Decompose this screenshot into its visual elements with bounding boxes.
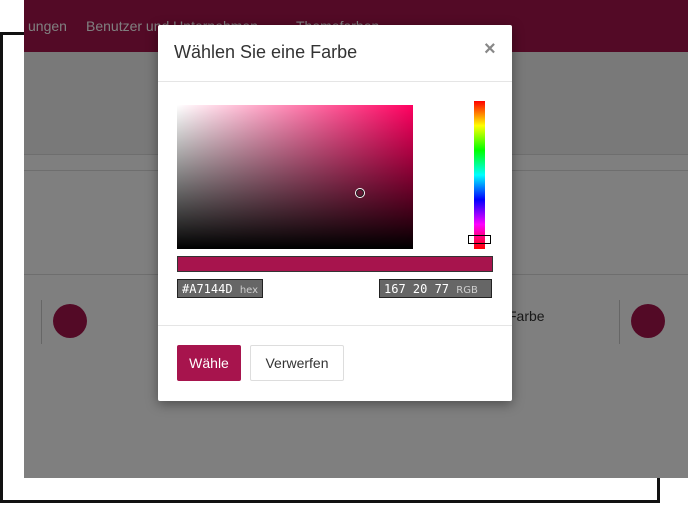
dialog-title: Wählen Sie eine Farbe — [174, 42, 358, 62]
rgb-value: 167 20 77 — [384, 282, 450, 296]
frame-left-border — [0, 32, 3, 503]
dialog-header: Wählen Sie eine Farbe × — [158, 25, 512, 82]
dialog-footer-divider — [158, 325, 512, 326]
rgb-suffix-label: RGB — [456, 285, 478, 296]
close-icon[interactable]: × — [484, 39, 496, 59]
hex-value: #A7144D — [182, 282, 233, 296]
rgb-input[interactable]: 167 20 77 RGB — [379, 279, 492, 298]
color-picker-dialog: Wählen Sie eine Farbe × #A7144D hex 167 … — [158, 25, 512, 401]
selected-color-preview — [177, 256, 493, 272]
saturation-value-picker[interactable] — [177, 105, 413, 249]
color-cursor-handle[interactable] — [356, 189, 364, 197]
hue-slider-handle[interactable] — [468, 235, 491, 244]
hex-suffix-label: hex — [239, 285, 259, 296]
frame-bottom-border — [0, 500, 660, 503]
discard-button[interactable]: Verwerfen — [250, 345, 344, 381]
choose-button[interactable]: Wähle — [177, 345, 241, 381]
frame-top-border — [0, 32, 24, 35]
hue-slider[interactable] — [474, 101, 485, 249]
frame-right-border — [657, 476, 660, 503]
hex-input[interactable]: #A7144D hex — [177, 279, 263, 298]
